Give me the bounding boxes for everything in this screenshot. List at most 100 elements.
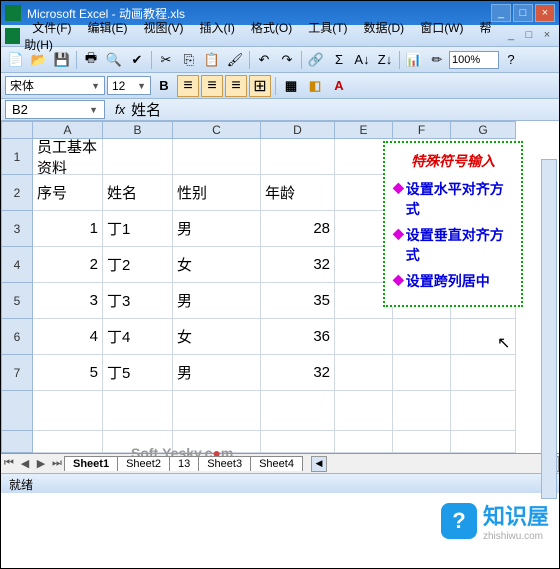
cell[interactable]: 4 [33, 319, 103, 355]
save-icon[interactable]: 💾 [51, 49, 73, 71]
hscroll-left-icon[interactable]: ◀ [311, 456, 327, 472]
sum-icon[interactable]: Σ [328, 49, 350, 71]
menu-item[interactable]: 数据(D) [356, 19, 413, 37]
cut-icon[interactable]: ✂ [155, 49, 177, 71]
cell[interactable]: 28 [261, 211, 335, 247]
cell[interactable]: 年龄 [261, 175, 335, 211]
row-header[interactable]: 3 [1, 211, 33, 247]
cell[interactable] [335, 431, 393, 453]
cell[interactable]: 36 [261, 319, 335, 355]
cell[interactable]: 序号 [33, 175, 103, 211]
cell[interactable] [335, 391, 393, 431]
row-header[interactable]: 5 [1, 283, 33, 319]
column-header[interactable]: A [33, 121, 103, 139]
cell[interactable]: 姓名 [103, 175, 173, 211]
cell[interactable] [451, 319, 516, 355]
maximize-button[interactable]: □ [513, 4, 533, 22]
column-header[interactable]: E [335, 121, 393, 139]
redo-icon[interactable]: ↷ [276, 49, 298, 71]
cell[interactable]: 女 [173, 247, 261, 283]
merge-center-button[interactable]: ⊞ [249, 75, 271, 97]
fx-icon[interactable]: fx [109, 102, 131, 117]
cell[interactable]: 丁5 [103, 355, 173, 391]
tab-next-icon[interactable]: ▶ [33, 457, 49, 470]
tab-last-icon[interactable]: ⏭ [49, 457, 65, 470]
tab-first-icon[interactable]: ⏮ [1, 457, 17, 470]
cell[interactable]: 32 [261, 247, 335, 283]
align-right-button[interactable]: ≡ [225, 75, 247, 97]
row-header[interactable]: 2 [1, 175, 33, 211]
cell[interactable] [103, 431, 173, 453]
cell[interactable] [451, 431, 516, 453]
row-header[interactable] [1, 431, 33, 453]
cell[interactable] [335, 319, 393, 355]
print-icon[interactable]: 🖶 [80, 49, 102, 71]
column-header[interactable]: F [393, 121, 451, 139]
column-header[interactable]: G [451, 121, 516, 139]
cell[interactable] [173, 139, 261, 175]
bold-button[interactable]: B [153, 75, 175, 97]
cell[interactable]: 35 [261, 283, 335, 319]
cell[interactable]: 32 [261, 355, 335, 391]
borders-button[interactable]: ▦ [280, 75, 302, 97]
cell[interactable] [393, 355, 451, 391]
menu-item[interactable]: 文件(F) [24, 19, 79, 37]
tab-prev-icon[interactable]: ◀ [17, 457, 33, 470]
menu-item[interactable]: 视图(V) [136, 19, 192, 37]
cell[interactable] [261, 139, 335, 175]
zoom-combo[interactable] [449, 51, 499, 69]
cell[interactable]: 丁3 [103, 283, 173, 319]
cell[interactable]: 性别 [173, 175, 261, 211]
column-header[interactable]: C [173, 121, 261, 139]
row-header[interactable]: 7 [1, 355, 33, 391]
column-header[interactable]: B [103, 121, 173, 139]
open-icon[interactable]: 📂 [28, 49, 50, 71]
cell[interactable]: 女 [173, 319, 261, 355]
spell-icon[interactable]: ✔ [126, 49, 148, 71]
font-color-button[interactable]: A [328, 75, 350, 97]
fill-color-button[interactable]: ◧ [304, 75, 326, 97]
sheet-tab[interactable]: Sheet3 [198, 456, 251, 471]
select-all-corner[interactable] [1, 121, 33, 139]
row-header[interactable]: 6 [1, 319, 33, 355]
cell[interactable]: 男 [173, 355, 261, 391]
menu-item[interactable]: 工具(T) [300, 19, 355, 37]
doc-restore-button[interactable]: □ [521, 29, 537, 43]
sheet-tab[interactable]: Sheet4 [250, 456, 303, 471]
cell[interactable] [173, 431, 261, 453]
align-left-button[interactable]: ≡ [177, 75, 199, 97]
cell[interactable] [393, 391, 451, 431]
cell[interactable]: 2 [33, 247, 103, 283]
vertical-scrollbar[interactable] [541, 159, 557, 499]
cell[interactable]: 男 [173, 283, 261, 319]
cell[interactable]: 丁4 [103, 319, 173, 355]
menu-item[interactable]: 编辑(E) [80, 19, 136, 37]
menu-item[interactable]: 插入(I) [192, 19, 243, 37]
doc-close-button[interactable]: × [539, 29, 555, 43]
cell[interactable] [33, 391, 103, 431]
excel-icon[interactable] [5, 28, 20, 44]
name-box[interactable]: B2▼ [5, 100, 105, 119]
format-painter-icon[interactable]: 🖌 [224, 49, 246, 71]
preview-icon[interactable]: 🔍 [103, 49, 125, 71]
help-icon[interactable]: ? [500, 49, 522, 71]
cell[interactable]: 员工基本资料 [33, 139, 103, 175]
close-button[interactable]: × [535, 4, 555, 22]
drawing-icon[interactable]: ✏ [426, 49, 448, 71]
sheet-tab[interactable]: Sheet1 [64, 456, 118, 471]
cell[interactable]: 男 [173, 211, 261, 247]
cell[interactable] [103, 391, 173, 431]
cell[interactable] [451, 391, 516, 431]
menu-item[interactable]: 窗口(W) [412, 19, 471, 37]
row-header[interactable]: 1 [1, 139, 33, 175]
copy-icon[interactable]: ⎘ [178, 49, 200, 71]
new-icon[interactable]: 📄 [5, 49, 27, 71]
column-header[interactable]: D [261, 121, 335, 139]
font-combo[interactable]: 宋体▼ [5, 76, 105, 95]
cell[interactable] [393, 431, 451, 453]
cell[interactable] [451, 355, 516, 391]
cell[interactable] [173, 391, 261, 431]
spreadsheet-grid[interactable]: ABCDEFG 1员工基本资料2序号姓名性别年龄31丁1男2842丁2女3253… [1, 121, 559, 453]
cell[interactable] [335, 355, 393, 391]
cell[interactable]: 1 [33, 211, 103, 247]
